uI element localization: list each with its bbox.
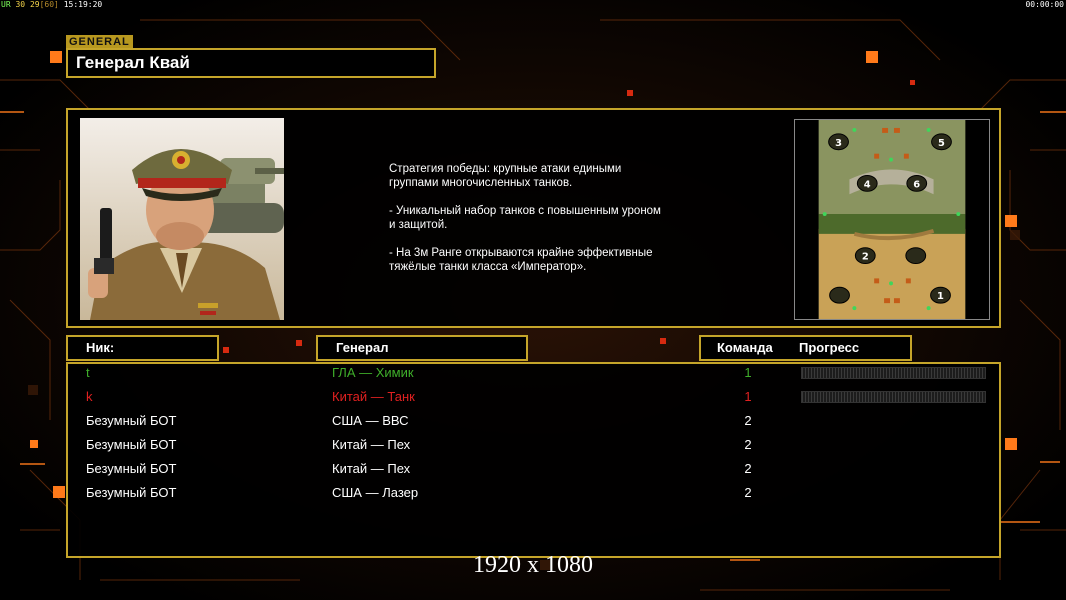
map-preview: 3 5 4 6 2 1 bbox=[794, 119, 990, 320]
player-row: t ГЛА — Химик 1 bbox=[68, 363, 998, 383]
player-general: Китай — Танк bbox=[332, 389, 415, 404]
fps-secondary: 29 bbox=[29, 0, 40, 9]
player-row: k Китай — Танк 1 bbox=[68, 387, 998, 407]
player-nick: Безумный БОТ bbox=[86, 461, 177, 476]
map-slot-2: 2 bbox=[862, 252, 869, 263]
map-slot-5: 5 bbox=[938, 138, 945, 149]
player-team: 2 bbox=[744, 437, 752, 452]
player-nick: Безумный БОТ bbox=[86, 485, 177, 500]
map-slot-1: 1 bbox=[937, 291, 944, 302]
fps-prefix: UR bbox=[1, 0, 11, 9]
header-general: Генерал bbox=[316, 335, 528, 361]
map-slot-4: 4 bbox=[864, 179, 871, 190]
player-general: ГЛА — Химик bbox=[332, 365, 414, 380]
map-slot-3: 3 bbox=[835, 138, 842, 149]
general-tag: GENERAL bbox=[66, 35, 133, 49]
strategy-description: Стратегия победы: крупные атаки едиными … bbox=[389, 163, 661, 273]
player-team: 2 bbox=[744, 485, 752, 500]
header-nick: Ник: bbox=[66, 335, 219, 361]
player-nick: t bbox=[86, 365, 90, 380]
header-progress: Прогресс bbox=[799, 340, 860, 355]
fps-cap-close: ] bbox=[54, 0, 59, 9]
player-general: Китай — Пех bbox=[332, 437, 411, 452]
player-row: Безумный БОТ США — Лазер 2 bbox=[68, 483, 998, 503]
map-slot-6: 6 bbox=[913, 179, 920, 190]
fps-counter: UR 30 29[60] 15:19:20 bbox=[1, 0, 102, 9]
general-name: Генерал Квай bbox=[66, 48, 436, 78]
game-timer: 00:00:00 bbox=[1025, 0, 1064, 9]
player-team: 1 bbox=[744, 389, 752, 404]
player-team: 2 bbox=[744, 413, 752, 428]
fps-cap: 60 bbox=[44, 0, 55, 9]
header-team: Команда bbox=[717, 340, 773, 355]
player-general: Китай — Пех bbox=[332, 461, 411, 476]
player-row: Безумный БОТ США — ВВС 2 bbox=[68, 411, 998, 431]
player-general: США — Лазер bbox=[332, 485, 419, 500]
resolution-label: 1920 x 1080 bbox=[473, 552, 593, 578]
player-nick: Безумный БОТ bbox=[86, 437, 177, 452]
player-row: Безумный БОТ Китай — Пех 2 bbox=[68, 435, 998, 455]
progress-bar bbox=[801, 391, 986, 403]
player-team: 2 bbox=[744, 461, 752, 476]
player-general: США — ВВС bbox=[332, 413, 409, 428]
player-team: 1 bbox=[744, 365, 752, 380]
player-nick: k bbox=[86, 389, 93, 404]
header-team-progress: Команда Прогресс bbox=[699, 335, 912, 361]
fps-value: 30 bbox=[15, 0, 26, 9]
clock: 15:19:20 bbox=[63, 0, 103, 9]
general-portrait bbox=[80, 118, 284, 320]
progress-bar bbox=[801, 367, 986, 379]
player-row: Безумный БОТ Китай — Пех 2 bbox=[68, 459, 998, 479]
player-nick: Безумный БОТ bbox=[86, 413, 177, 428]
